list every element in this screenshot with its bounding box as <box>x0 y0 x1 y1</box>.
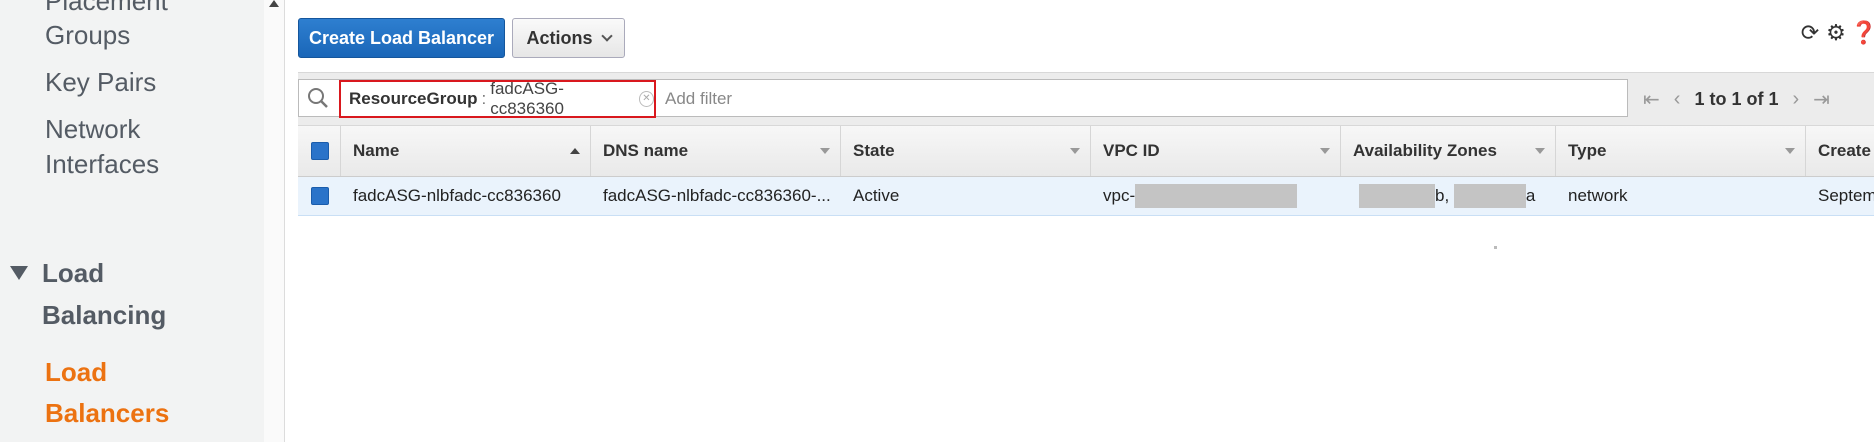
sidebar-item-placement-groups[interactable]: Groups <box>45 14 130 56</box>
help-icon[interactable]: ❓ <box>1850 20 1874 46</box>
last-page-icon[interactable]: ⇥ <box>1813 87 1830 112</box>
chevron-down-icon <box>600 30 613 42</box>
redacted-block <box>1135 184 1298 208</box>
actions-label: Actions <box>526 27 593 48</box>
cell-name: fadcASG-nlbfadc-cc836360 <box>353 186 561 205</box>
page-range: 1 to 1 of 1 <box>1694 88 1779 109</box>
sort-icon[interactable] <box>1535 148 1545 154</box>
column-header-name[interactable]: Name <box>341 126 591 176</box>
pagination: ⇤ ‹ 1 to 1 of 1 › ⇥ <box>1643 81 1830 117</box>
refresh-icon[interactable]: ⟳ <box>1798 20 1822 46</box>
first-page-icon[interactable]: ⇤ <box>1643 87 1660 112</box>
sidebar-item-network-interfaces[interactable]: Interfaces <box>45 143 159 185</box>
top-icons: ⟳ ⚙ ❓ <box>1798 20 1874 46</box>
next-page-icon[interactable]: › <box>1792 88 1799 111</box>
add-filter-input[interactable] <box>663 82 1367 116</box>
close-icon[interactable]: ✕ <box>638 91 654 107</box>
sidebar-item-load-balancers[interactable]: Load <box>45 351 107 393</box>
search-icon <box>308 88 328 108</box>
cell-dns-name: fadcASG-nlbfadc-cc836360-... <box>603 186 831 205</box>
sidebar: Placement Groups Key Pairs Network Inter… <box>0 0 265 442</box>
column-header-type[interactable]: Type <box>1556 126 1806 176</box>
gear-icon[interactable]: ⚙ <box>1824 20 1848 46</box>
column-header-availability-zones[interactable]: Availability Zones <box>1341 126 1556 176</box>
sidebar-item-load-balancers-line2[interactable]: Balancers <box>45 392 169 434</box>
table-header: Name DNS name State VPC ID Availability … <box>298 126 1874 177</box>
column-header-state[interactable]: State <box>841 126 1091 176</box>
redacted-block <box>1453 184 1526 208</box>
cell-availability-zones: b, a <box>1341 177 1556 215</box>
filter-key: ResourceGroup <box>349 89 478 108</box>
column-header-vpc-id[interactable]: VPC ID <box>1091 126 1341 176</box>
select-all-checkbox-cell[interactable] <box>298 126 341 176</box>
load-balancers-table: Name DNS name State VPC ID Availability … <box>298 126 1874 216</box>
row-checkbox-cell[interactable] <box>298 177 341 215</box>
sidebar-item-key-pairs[interactable]: Key Pairs <box>45 61 156 103</box>
filter-token[interactable]: ResourceGroup : fadcASG-cc836360 ✕ <box>339 79 656 118</box>
filter-toolbar: ResourceGroup : fadcASG-cc836360 ✕ ⇤ ‹ 1… <box>298 72 1874 126</box>
sort-icon[interactable] <box>820 148 830 154</box>
table-row[interactable]: fadcASG-nlbfadc-cc836360 fadcASG-nlbfadc… <box>298 177 1874 216</box>
filter-separator: : <box>481 89 487 108</box>
cell-vpc-id: vpc- <box>1091 177 1341 215</box>
create-load-balancer-button[interactable]: Create Load Balancer <box>298 18 505 58</box>
sort-ascending-icon[interactable] <box>570 148 580 154</box>
main-content: Create Load Balancer Actions ⟳ ⚙ ❓ Resou… <box>285 0 1874 442</box>
select-all-checkbox[interactable] <box>311 142 329 160</box>
filter-value: fadcASG-cc836360 <box>490 79 564 118</box>
stray-dot <box>1494 246 1497 249</box>
sort-icon[interactable] <box>1785 148 1795 154</box>
section-label-line1: Load <box>42 258 105 288</box>
actions-button[interactable]: Actions <box>512 18 625 58</box>
az-1-suffix: b, <box>1435 186 1450 205</box>
vpc-prefix: vpc- <box>1103 186 1136 205</box>
collapse-triangle-icon <box>10 266 28 281</box>
section-label-line2: Balancing <box>42 300 167 330</box>
cell-created: Septem <box>1818 186 1874 205</box>
sidebar-section-load-balancing[interactable]: Load <box>10 252 104 294</box>
caret-up-icon[interactable] <box>269 0 279 7</box>
az-2-suffix: a <box>1525 186 1536 205</box>
row-checkbox[interactable] <box>311 187 329 205</box>
column-header-dns-name[interactable]: DNS name <box>591 126 841 176</box>
redacted-block <box>1359 184 1435 208</box>
cell-type: network <box>1568 186 1628 205</box>
prev-page-icon[interactable]: ‹ <box>1674 88 1681 111</box>
sort-icon[interactable] <box>1070 148 1080 154</box>
search-box[interactable]: ResourceGroup : fadcASG-cc836360 ✕ <box>298 79 1628 118</box>
column-header-created[interactable]: Create <box>1806 126 1874 176</box>
sort-icon[interactable] <box>1320 148 1330 154</box>
cell-state: Active <box>853 186 900 205</box>
sidebar-collapse-bar[interactable] <box>264 0 285 442</box>
